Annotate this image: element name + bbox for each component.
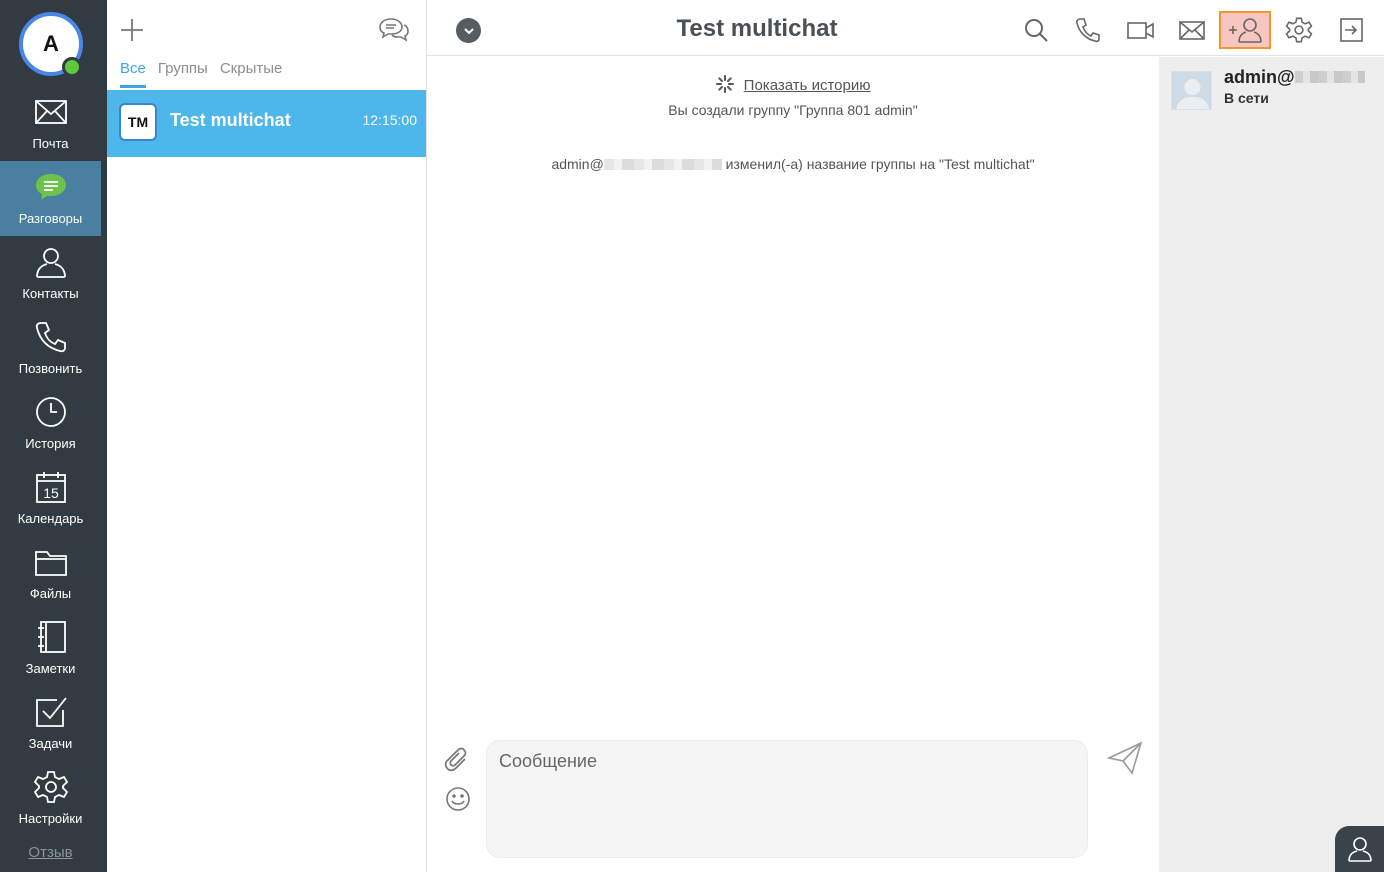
- message-input[interactable]: [486, 740, 1088, 858]
- chat-settings-button[interactable]: [1273, 11, 1325, 49]
- feedback-link[interactable]: Отзыв: [0, 844, 101, 861]
- chat-bubble-icon: [35, 174, 66, 200]
- default-avatar-icon: [1176, 79, 1209, 109]
- mail-icon: [1179, 21, 1205, 40]
- message-area: Показать историю Вы создали группу "Груп…: [427, 57, 1159, 737]
- list-tabs: Все Группы Скрытые: [120, 60, 282, 88]
- renamed-user-prefix: admin@: [551, 156, 604, 172]
- nav-label-settings: Настройки: [18, 811, 83, 826]
- show-history-link[interactable]: Показать историю: [744, 77, 871, 94]
- nav-label-conversations: Разговоры: [18, 211, 83, 226]
- tab-all[interactable]: Все: [120, 60, 146, 88]
- person-icon: [1347, 837, 1372, 862]
- plus-icon[interactable]: [118, 16, 146, 44]
- main-nav: A Почта Разговоры Контакты Позвонить Ист…: [0, 0, 107, 872]
- call-button[interactable]: [1062, 11, 1114, 49]
- notebook-icon: [37, 621, 66, 653]
- nav-label-mail: Почта: [32, 136, 69, 151]
- member-redacted-domain: [1294, 71, 1365, 83]
- clock-icon: [35, 397, 66, 427]
- redacted-domain: [603, 159, 722, 170]
- chat-header: Test multichat: [427, 0, 1384, 56]
- nav-label-files: Файлы: [29, 586, 72, 601]
- contacts-panel-button[interactable]: [1335, 826, 1384, 872]
- mail-icon: [34, 100, 67, 124]
- nav-item-files[interactable]: Файлы: [0, 536, 101, 611]
- gear-icon: [1285, 17, 1313, 43]
- exit-icon: [1340, 18, 1363, 42]
- renamed-text: изменил(-а) название группы на "Test mul…: [721, 156, 1035, 172]
- tab-hidden[interactable]: Скрытые: [220, 60, 283, 88]
- nav-item-notes[interactable]: Заметки: [0, 611, 101, 686]
- nav-item-settings[interactable]: Настройки: [0, 761, 101, 836]
- tab-groups[interactable]: Группы: [158, 60, 208, 88]
- nav-label-calendar: Календарь: [17, 511, 84, 526]
- system-message-renamed: admin@ изменил(-а) название группы на "T…: [427, 156, 1159, 172]
- online-status-dot: [62, 57, 82, 77]
- nav-label-call: Позвонить: [18, 361, 83, 376]
- phone-icon: [35, 322, 66, 353]
- add-member-button[interactable]: [1219, 11, 1271, 49]
- conversation-title: Test multichat: [170, 110, 291, 130]
- member-status: В сети: [1224, 90, 1269, 106]
- phone-icon: [1075, 18, 1100, 43]
- system-message-created: Вы создали группу "Группа 801 admin": [668, 102, 918, 118]
- calendar-icon: 15: [35, 472, 66, 503]
- smiley-icon[interactable]: [444, 785, 472, 813]
- search-button[interactable]: [1010, 11, 1062, 49]
- conversation-time: 12:15:00: [362, 112, 418, 128]
- search-icon: [1025, 19, 1048, 42]
- checkbox-icon: [35, 697, 67, 727]
- nav-item-call[interactable]: Позвонить: [0, 311, 101, 386]
- member-name-prefix: admin@: [1224, 67, 1295, 87]
- member-avatar[interactable]: [1171, 71, 1212, 110]
- nav-label-notes: Заметки: [25, 661, 76, 676]
- nav-item-mail[interactable]: Почта: [0, 86, 101, 161]
- paperclip-icon[interactable]: [443, 745, 473, 775]
- gear-icon: [33, 771, 68, 803]
- nav-item-calendar[interactable]: 15 Календарь: [0, 461, 101, 536]
- chat-title: Test multichat: [676, 15, 838, 42]
- send-icon[interactable]: [1106, 740, 1144, 776]
- nav-label-contacts: Контакты: [22, 286, 79, 301]
- calendar-day: 15: [43, 485, 59, 501]
- messenger-app: A Почта Разговоры Контакты Позвонить Ист…: [0, 0, 1384, 872]
- conversation-list-panel: Все Группы Скрытые TM Test multichat 12:…: [107, 0, 427, 872]
- conversation-badge: TM: [119, 103, 157, 141]
- video-call-button[interactable]: [1114, 11, 1166, 49]
- member-name[interactable]: admin@: [1224, 67, 1365, 88]
- add-person-icon: [1229, 18, 1262, 43]
- history-row: Показать историю: [427, 75, 1159, 94]
- new-chat-icon[interactable]: [378, 15, 410, 45]
- user-avatar-letter: A: [43, 31, 59, 56]
- nav-item-tasks[interactable]: Задачи: [0, 686, 101, 761]
- leave-chat-button[interactable]: [1325, 11, 1377, 49]
- person-icon: [35, 248, 66, 278]
- email-button[interactable]: [1166, 11, 1218, 49]
- folder-icon: [34, 551, 67, 576]
- nav-item-contacts[interactable]: Контакты: [0, 236, 101, 311]
- nav-item-history[interactable]: История: [0, 386, 101, 461]
- loading-spinner-icon: [715, 75, 734, 93]
- nav-label-tasks: Задачи: [28, 736, 73, 751]
- nav-label-history: История: [25, 436, 76, 451]
- members-panel: admin@ В сети: [1159, 57, 1384, 872]
- nav-item-conversations[interactable]: Разговоры: [0, 161, 101, 236]
- video-camera-icon: [1127, 22, 1154, 39]
- conversation-item[interactable]: TM Test multichat 12:15:00: [107, 90, 426, 157]
